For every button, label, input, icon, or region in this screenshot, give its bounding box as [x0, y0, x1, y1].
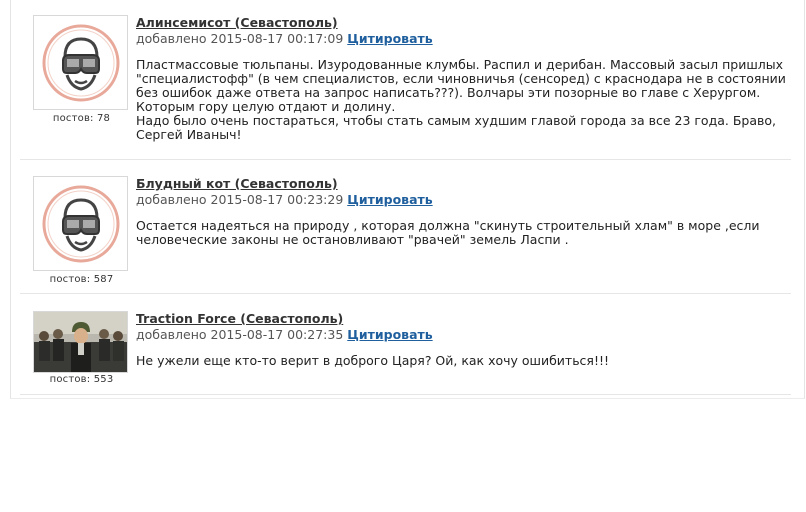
added-label: добавлено — [136, 327, 207, 342]
comment-text: Пластмассовые тюльпаны. Изуродованные кл… — [136, 58, 786, 142]
comment-divider — [20, 293, 791, 294]
comment-meta: добавлено 2015-08-17 00:17:09 Цитировать — [136, 31, 786, 46]
user-avatar[interactable] — [33, 176, 128, 271]
post-count: постов: 587 — [49, 274, 114, 285]
comment-body: Traction Force (Севастополь) добавлено 2… — [136, 311, 786, 368]
timestamp: 2015-08-17 00:23:29 — [210, 192, 344, 207]
post-count: постов: 553 — [49, 374, 114, 385]
soldier-photo-avatar — [34, 312, 127, 372]
author-link[interactable]: Блудный кот (Севастополь) — [136, 176, 338, 191]
text-line: Остается надеяться на природу , которая … — [136, 218, 760, 233]
comment-body: Блудный кот (Севастополь) добавлено 2015… — [136, 176, 786, 247]
timestamp: 2015-08-17 00:17:09 — [210, 31, 344, 46]
text-line: Сергей Иваныч! — [136, 127, 242, 142]
comment-meta: добавлено 2015-08-17 00:27:35 Цитировать — [136, 327, 786, 342]
quote-link[interactable]: Цитировать — [347, 31, 432, 46]
comment-divider — [20, 159, 791, 160]
user-avatar[interactable] — [33, 15, 128, 110]
text-line: Надо было очень постараться, чтобы стать… — [136, 113, 776, 128]
text-line: Пластмассовые тюльпаны. Изуродованные кл… — [136, 57, 784, 72]
added-label: добавлено — [136, 31, 207, 46]
text-line: без ошибок даже ответа на запрос написат… — [136, 85, 761, 100]
added-label: добавлено — [136, 192, 207, 207]
text-line: Которым гору целую отдают и долину. — [136, 99, 396, 114]
text-line: человеческие законы не остановливают "рв… — [136, 232, 569, 247]
comment-divider — [20, 394, 791, 395]
comment-meta: добавлено 2015-08-17 00:23:29 Цитировать — [136, 192, 786, 207]
quote-link[interactable]: Цитировать — [347, 192, 432, 207]
comment-text: Не ужели еще кто-то верит в доброго Царя… — [136, 354, 786, 368]
user-avatar[interactable] — [33, 311, 128, 373]
text-line: "специалистофф" (в чем специалистов, есл… — [136, 71, 786, 86]
author-link[interactable]: Traction Force (Севастополь) — [136, 311, 343, 326]
author-link[interactable]: Алинсемисот (Севастополь) — [136, 15, 338, 30]
quote-link[interactable]: Цитировать — [347, 327, 432, 342]
goggles-avatar-icon — [42, 24, 119, 101]
post-count: постов: 78 — [52, 113, 111, 124]
goggles-avatar-icon — [42, 185, 119, 262]
text-line: Не ужели еще кто-то верит в доброго Царя… — [136, 353, 609, 368]
comment-text: Остается надеяться на природу , которая … — [136, 219, 786, 247]
comment-body: Алинсемисот (Севастополь) добавлено 2015… — [136, 15, 786, 142]
timestamp: 2015-08-17 00:27:35 — [210, 327, 344, 342]
